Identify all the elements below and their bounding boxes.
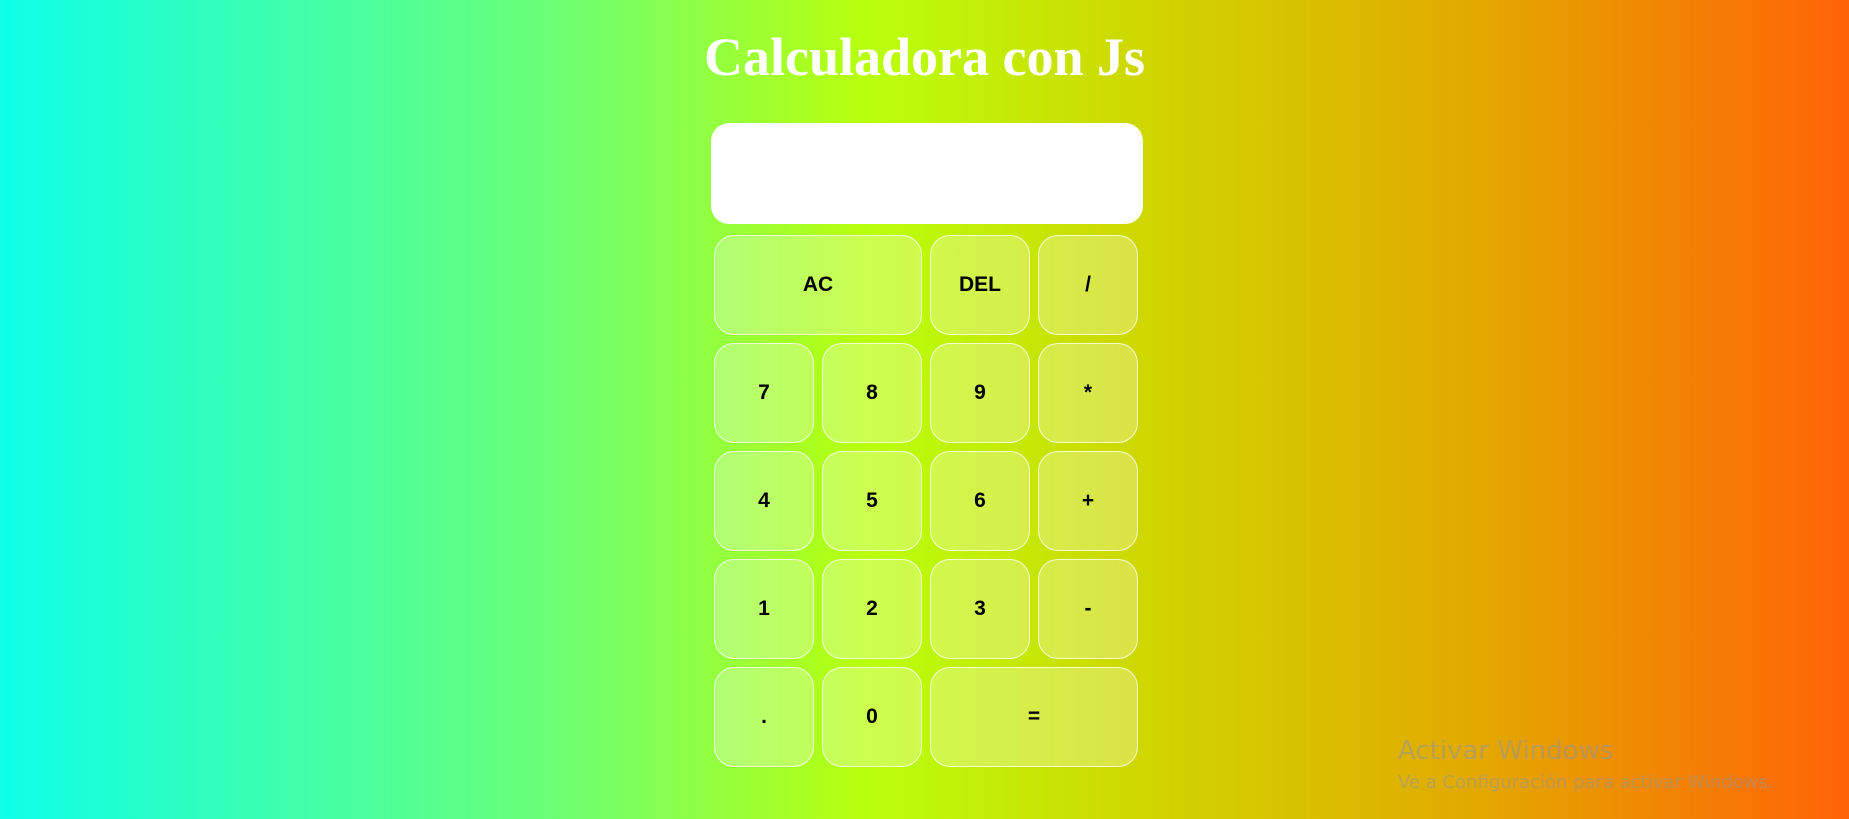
digit-8-button[interactable]: 8 [822, 343, 922, 443]
keypad: AC DEL / 7 8 9 * 4 5 6 + 1 2 3 - . 0 = [714, 235, 1140, 767]
equals-button[interactable]: = [930, 667, 1138, 767]
divide-button[interactable]: / [1038, 235, 1138, 335]
digit-7-button[interactable]: 7 [714, 343, 814, 443]
delete-button[interactable]: DEL [930, 235, 1030, 335]
digit-0-button[interactable]: 0 [822, 667, 922, 767]
multiply-button[interactable]: * [1038, 343, 1138, 443]
minus-button[interactable]: - [1038, 559, 1138, 659]
digit-2-button[interactable]: 2 [822, 559, 922, 659]
calculator-display[interactable] [711, 123, 1143, 224]
watermark-title: Activar Windows [1398, 736, 1614, 766]
digit-1-button[interactable]: 1 [714, 559, 814, 659]
digit-5-button[interactable]: 5 [822, 451, 922, 551]
watermark-subtitle: Ve a Configuración para activar Windows. [1398, 772, 1774, 793]
page-title: Calculadora con Js [703, 27, 1146, 87]
all-clear-button[interactable]: AC [714, 235, 922, 335]
digit-4-button[interactable]: 4 [714, 451, 814, 551]
decimal-point-button[interactable]: . [714, 667, 814, 767]
digit-9-button[interactable]: 9 [930, 343, 1030, 443]
windows-activation-watermark: Activar Windows Ve a Configuración para … [1398, 734, 1774, 796]
digit-3-button[interactable]: 3 [930, 559, 1030, 659]
plus-button[interactable]: + [1038, 451, 1138, 551]
digit-6-button[interactable]: 6 [930, 451, 1030, 551]
